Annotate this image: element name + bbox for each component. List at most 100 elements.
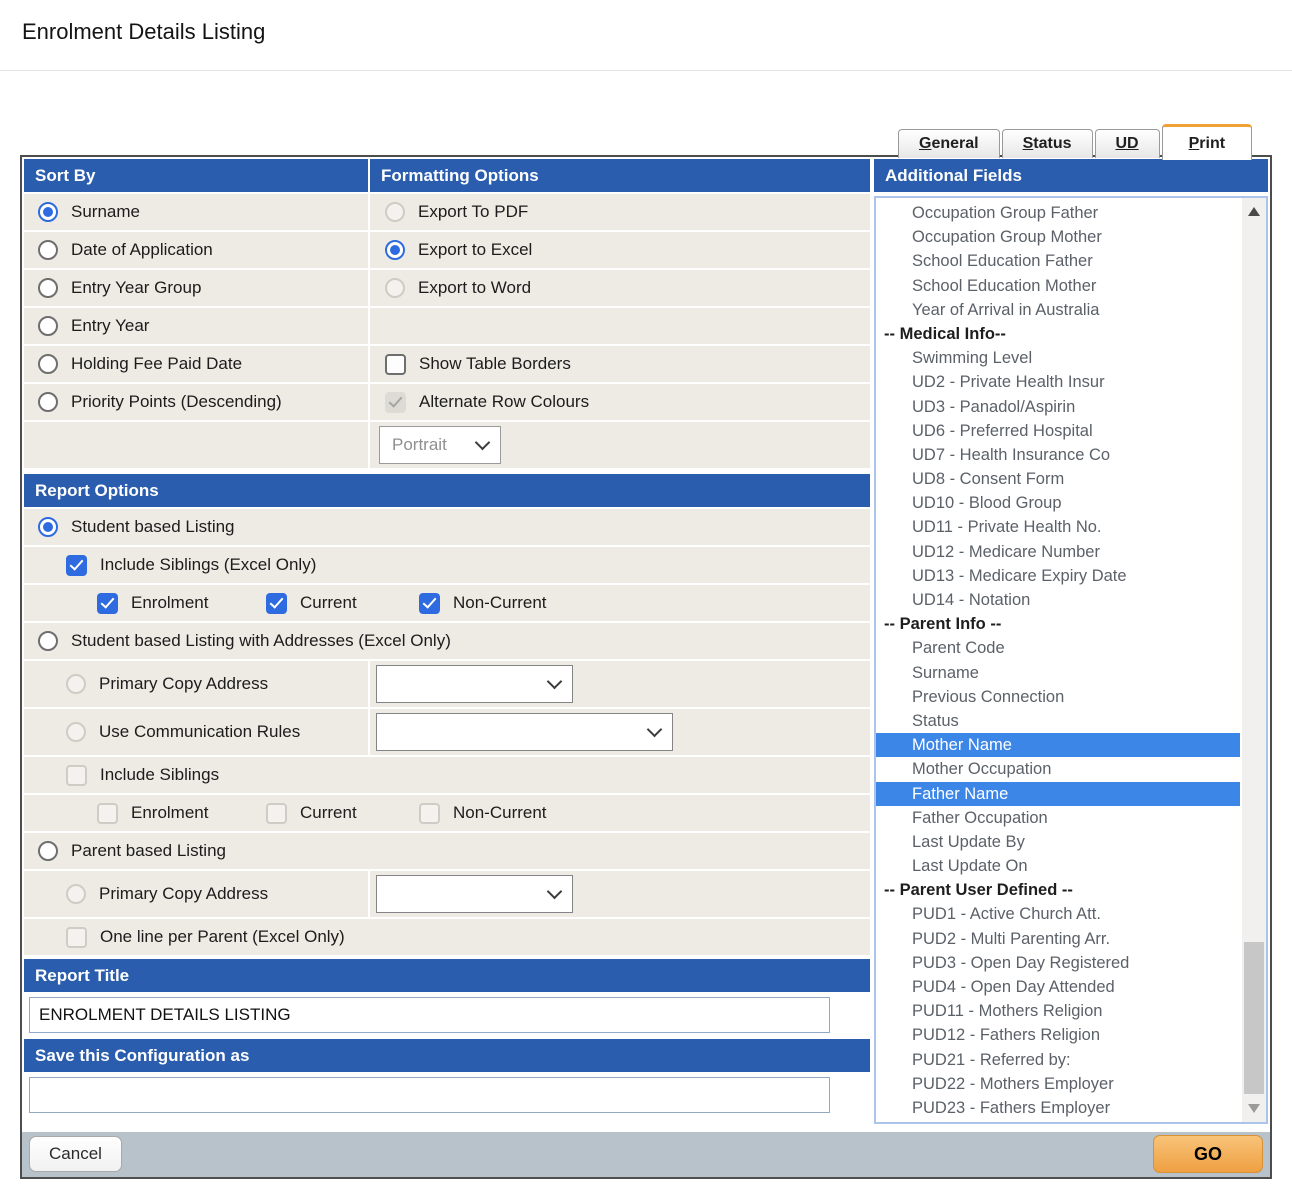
cancel-button[interactable]: Cancel [29, 1136, 122, 1172]
one-line-per-parent-label: One line per Parent (Excel Only) [100, 927, 345, 947]
checkmark-icon [389, 393, 403, 407]
list-item[interactable]: Swimming Level [876, 346, 1240, 370]
primary-copy-address-select[interactable] [376, 665, 573, 703]
student-with-addresses-radio[interactable] [38, 631, 58, 651]
formatting-option-row: Export To PDF [370, 194, 870, 230]
primary-copy-address-radio [66, 674, 86, 694]
list-item[interactable]: UD7 - Health Insurance Co [876, 443, 1240, 467]
scrollbar-thumb[interactable] [1244, 942, 1264, 1094]
report-option-row: Include Siblings (Excel Only) [24, 547, 870, 583]
list-item[interactable]: Mother Name [876, 733, 1240, 757]
include-siblings-excel-checkbox[interactable] [66, 555, 87, 576]
save-config-header: Save this Configuration as [24, 1039, 870, 1072]
tab-print[interactable]: Print [1162, 124, 1252, 160]
tab-status-accesskey: S [1023, 135, 1034, 152]
sort-priority-points-radio[interactable] [38, 392, 58, 412]
export-excel-label: Export to Excel [418, 240, 532, 260]
list-item[interactable]: PUD11 - Mothers Religion [876, 999, 1240, 1023]
list-item[interactable]: Occupation Group Father [876, 201, 1240, 225]
checkmark-icon [70, 556, 84, 570]
list-item[interactable]: School Education Father [876, 249, 1240, 273]
non-current-checkbox[interactable] [419, 593, 440, 614]
tab-general-label: eneral [931, 135, 978, 152]
list-item[interactable]: UD3 - Panadol/Aspirin [876, 395, 1240, 419]
list-item[interactable]: PUD21 - Referred by: [876, 1048, 1240, 1072]
list-item[interactable]: PUD1 - Active Church Att. [876, 902, 1240, 926]
list-group-header: -- Parent Info -- [876, 612, 1240, 636]
primary-copy-address-label: Primary Copy Address [99, 674, 268, 694]
current-disabled-label: Current [300, 803, 357, 823]
include-siblings-label: Include Siblings [100, 765, 219, 785]
sort-date-of-application-label: Date of Application [71, 240, 213, 260]
use-communication-rules-radio [66, 722, 86, 742]
list-item[interactable]: PUD4 - Open Day Attended [876, 975, 1240, 999]
list-item[interactable]: Father Name [876, 782, 1240, 806]
list-item[interactable]: Last Update On [876, 854, 1240, 878]
export-pdf-label: Export To PDF [418, 202, 528, 222]
list-item[interactable]: UD13 - Medicare Expiry Date [876, 564, 1240, 588]
sibling-types-disabled-row: Enrolment Current Non-Current [24, 795, 870, 831]
list-item[interactable]: Year of Arrival in Australia [876, 298, 1240, 322]
show-table-borders-checkbox[interactable] [385, 354, 406, 375]
go-button[interactable]: GO [1153, 1135, 1263, 1173]
list-item[interactable]: UD10 - Blood Group [876, 491, 1240, 515]
tab-status[interactable]: Status [1002, 129, 1093, 158]
list-item[interactable]: PUD22 - Mothers Employer [876, 1072, 1240, 1096]
sort-entry-year-group-radio[interactable] [38, 278, 58, 298]
tab-general-accesskey: G [919, 135, 931, 152]
sort-holding-fee-radio[interactable] [38, 354, 58, 374]
list-item[interactable]: UD6 - Preferred Hospital [876, 419, 1240, 443]
current-checkbox[interactable] [266, 593, 287, 614]
scroll-up-arrow-icon[interactable] [1248, 207, 1260, 216]
list-item[interactable]: UD11 - Private Health No. [876, 515, 1240, 539]
list-item[interactable]: Father Occupation [876, 806, 1240, 830]
sort-entry-year-radio[interactable] [38, 316, 58, 336]
sort-surname-radio[interactable] [38, 202, 58, 222]
empty-cell [370, 308, 870, 344]
list-item[interactable]: Occupation Group Mother [876, 225, 1240, 249]
formatting-options-header: Formatting Options [370, 159, 870, 192]
student-based-listing-radio[interactable] [38, 517, 58, 537]
scroll-down-arrow-icon[interactable] [1248, 1104, 1260, 1113]
include-siblings-excel-label: Include Siblings (Excel Only) [100, 555, 316, 575]
list-item[interactable]: School Education Mother [876, 274, 1240, 298]
parent-primary-copy-address-radio [66, 884, 86, 904]
one-line-per-parent-checkbox [66, 927, 87, 948]
footer-bar: Cancel GO [22, 1132, 1270, 1177]
additional-fields-header: Additional Fields [874, 159, 1268, 192]
list-item[interactable]: UD14 - Notation [876, 588, 1240, 612]
sort-by-header: Sort By [24, 159, 368, 192]
list-item[interactable]: PUD23 - Fathers Employer [876, 1096, 1240, 1120]
report-option-row: One line per Parent (Excel Only) [24, 919, 870, 955]
list-item[interactable]: Parent Code [876, 636, 1240, 660]
sort-date-of-application-radio[interactable] [38, 240, 58, 260]
report-title-input[interactable] [29, 997, 830, 1033]
report-option-row: Parent based Listing [24, 833, 870, 869]
list-item[interactable]: Last Update By [876, 830, 1240, 854]
export-excel-radio[interactable] [385, 240, 405, 260]
non-current-disabled-label: Non-Current [453, 803, 547, 823]
use-communication-rules-label: Use Communication Rules [99, 722, 300, 742]
tab-general[interactable]: General [898, 129, 1000, 158]
communication-rules-select[interactable] [376, 713, 673, 751]
list-item[interactable]: PUD12 - Fathers Religion [876, 1023, 1240, 1047]
enrolment-label: Enrolment [131, 593, 208, 613]
enrolment-checkbox[interactable] [97, 593, 118, 614]
list-item[interactable]: UD2 - Private Health Insur [876, 370, 1240, 394]
list-item[interactable]: Mother Occupation [876, 757, 1240, 781]
list-item[interactable]: Surname [876, 661, 1240, 685]
parent-primary-copy-address-select[interactable] [376, 875, 573, 913]
list-item[interactable]: Status [876, 709, 1240, 733]
save-config-input[interactable] [29, 1077, 830, 1113]
report-config-panel: Sort By Surname Date of Application Entr… [20, 155, 1272, 1179]
list-item[interactable]: Previous Connection [876, 685, 1240, 709]
report-option-row: Student based Listing with Addresses (Ex… [24, 623, 870, 659]
list-item[interactable]: PUD2 - Multi Parenting Arr. [876, 927, 1240, 951]
tab-ud[interactable]: UD [1095, 129, 1160, 158]
radio-dot [390, 245, 400, 255]
list-item[interactable]: PUD3 - Open Day Registered [876, 951, 1240, 975]
list-item[interactable]: UD12 - Medicare Number [876, 540, 1240, 564]
parent-based-listing-radio[interactable] [38, 841, 58, 861]
listbox-scrollbar[interactable] [1242, 198, 1266, 1122]
list-item[interactable]: UD8 - Consent Form [876, 467, 1240, 491]
